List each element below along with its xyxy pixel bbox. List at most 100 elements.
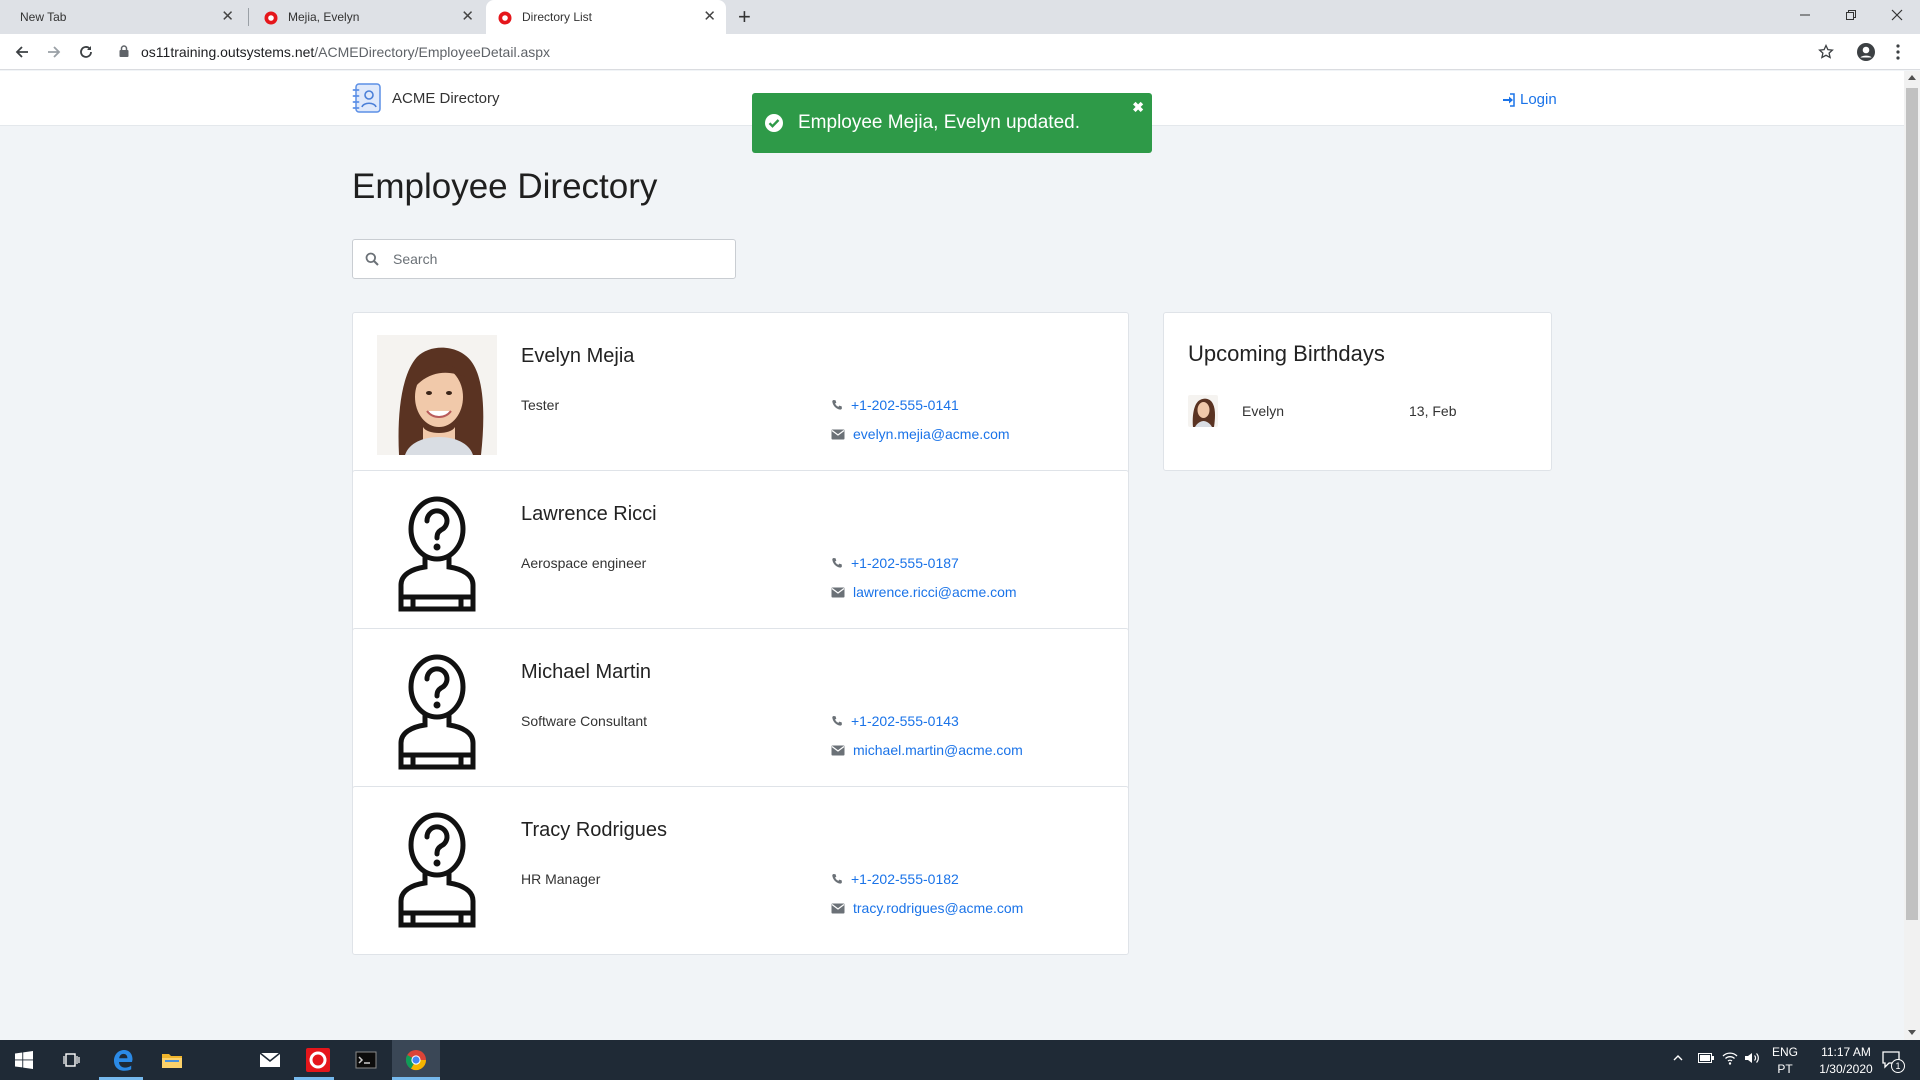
outsystems-favicon-icon: [264, 11, 278, 25]
tab-separator: [248, 8, 249, 26]
email-link[interactable]: michael.martin@acme.com: [831, 742, 1023, 758]
employee-card[interactable]: Evelyn Mejia Tester +1-202-555-0141 evel…: [352, 312, 1129, 481]
phone-link[interactable]: +1-202-555-0182: [831, 871, 959, 887]
tab-title: Directory List: [522, 10, 593, 24]
taskbar-terminal[interactable]: [342, 1040, 390, 1080]
email-link[interactable]: tracy.rodrigues@acme.com: [831, 900, 1023, 916]
phone-icon: [832, 874, 842, 884]
employee-card[interactable]: Tracy Rodrigues HR Manager +1-202-555-01…: [352, 786, 1129, 955]
email-link[interactable]: lawrence.ricci@acme.com: [831, 584, 1017, 600]
scrollbar-thumb[interactable]: [1906, 88, 1918, 920]
tab-close-button[interactable]: ✕: [703, 9, 716, 24]
task-view-button[interactable]: [48, 1040, 96, 1080]
more-vertical-icon: [1896, 44, 1900, 60]
employee-name[interactable]: Michael Martin: [521, 661, 651, 684]
close-window-button[interactable]: [1874, 0, 1920, 30]
taskbar-file-explorer[interactable]: [148, 1040, 196, 1080]
employee-card[interactable]: Lawrence Ricci Aerospace engineer +1-202…: [352, 470, 1129, 639]
phone-number: +1-202-555-0182: [851, 871, 959, 887]
toast-message: Employee Mejia, Evelyn updated.: [798, 112, 1080, 133]
email-address: evelyn.mejia@acme.com: [853, 426, 1010, 442]
birthday-name[interactable]: Evelyn: [1242, 403, 1284, 419]
employee-name[interactable]: Lawrence Ricci: [521, 503, 657, 526]
search-input[interactable]: Search: [352, 239, 736, 279]
brand-name: ACME Directory: [392, 89, 500, 107]
search-icon: [365, 252, 379, 266]
tab-close-button[interactable]: ✕: [221, 9, 234, 24]
account-circle-icon: [1857, 43, 1875, 61]
back-button[interactable]: [8, 38, 36, 66]
phone-link[interactable]: +1-202-555-0187: [831, 555, 959, 571]
star-icon: [1818, 44, 1834, 59]
tab-close-button[interactable]: ✕: [461, 9, 474, 24]
tray-overflow-chevron-icon[interactable]: [1672, 1052, 1684, 1064]
battery-icon[interactable]: [1698, 1053, 1714, 1063]
phone-number: +1-202-555-0143: [851, 713, 959, 729]
email-address: michael.martin@acme.com: [853, 742, 1023, 758]
toast-close-button[interactable]: ✖: [1132, 99, 1144, 116]
unknown-person-icon: [377, 809, 497, 929]
employee-name[interactable]: Tracy Rodrigues: [521, 819, 667, 842]
tab-mejia-evelyn[interactable]: Mejia, Evelyn ✕: [252, 0, 484, 34]
birthday-avatar: [1188, 395, 1218, 427]
clock-date: 1/30/2020: [1819, 1062, 1873, 1076]
envelope-icon: [831, 745, 845, 755]
restore-button[interactable]: [1828, 0, 1874, 30]
chrome-icon: [405, 1050, 427, 1071]
taskbar-outsystems[interactable]: [294, 1040, 342, 1080]
taskbar-chrome[interactable]: [392, 1040, 440, 1080]
arrow-left-icon: [15, 46, 28, 58]
employee-name[interactable]: Evelyn Mejia: [521, 345, 634, 368]
phone-link[interactable]: +1-202-555-0141: [831, 397, 959, 413]
folder-icon: [162, 1054, 182, 1068]
lock-icon: [119, 45, 129, 57]
success-toast: Employee Mejia, Evelyn updated. ✖: [752, 93, 1152, 153]
phone-icon: [832, 400, 842, 410]
email-link[interactable]: evelyn.mejia@acme.com: [831, 426, 1010, 442]
phone-number: +1-202-555-0187: [851, 555, 959, 571]
taskbar-mail[interactable]: [246, 1040, 294, 1080]
employee-card[interactable]: Michael Martin Software Consultant +1-20…: [352, 628, 1129, 797]
login-link[interactable]: Login: [1502, 91, 1557, 108]
start-button[interactable]: [0, 1040, 48, 1080]
sign-in-icon: [1503, 92, 1515, 107]
scroll-up-arrow-icon[interactable]: [1907, 74, 1917, 82]
close-icon: [1891, 9, 1903, 21]
tab-new-tab[interactable]: New Tab ✕: [8, 0, 244, 34]
scroll-down-arrow-icon[interactable]: [1907, 1028, 1917, 1036]
wifi-icon[interactable]: [1722, 1051, 1738, 1065]
phone-link[interactable]: +1-202-555-0143: [831, 713, 959, 729]
envelope-icon: [831, 903, 845, 913]
phone-icon: [832, 716, 842, 726]
address-bar[interactable]: os11training.outsystems.net/ACMEDirector…: [141, 40, 550, 64]
employee-role: HR Manager: [521, 871, 601, 887]
mail-icon: [259, 1052, 281, 1067]
tab-directory-list[interactable]: Directory List ✕: [486, 0, 726, 34]
keyboard-layout: PT: [1777, 1062, 1793, 1076]
address-book-logo-icon: [352, 83, 381, 113]
brand-link[interactable]: ACME Directory: [352, 82, 500, 114]
tab-title: New Tab: [20, 10, 67, 24]
clock[interactable]: 11:17 AM 1/30/2020: [1806, 1044, 1886, 1078]
forward-button[interactable]: [40, 38, 68, 66]
page-title: Employee Directory: [352, 167, 658, 206]
outsystems-favicon-icon: [498, 11, 512, 25]
language-code: ENG: [1771, 1045, 1798, 1059]
birthdays-title: Upcoming Birthdays: [1188, 341, 1385, 366]
url-host: os11training.outsystems.net: [141, 44, 315, 60]
taskbar-edge[interactable]: [99, 1040, 147, 1080]
reload-button[interactable]: [72, 38, 100, 66]
volume-icon[interactable]: [1744, 1051, 1760, 1065]
page-viewport: ACME Directory Login Employee Mejia, Eve…: [0, 71, 1904, 1040]
employee-role: Software Consultant: [521, 713, 648, 729]
new-tab-button[interactable]: +: [738, 4, 751, 30]
browser-menu-button[interactable]: [1884, 38, 1912, 66]
notification-count-badge: 1: [1891, 1059, 1905, 1073]
email-address: tracy.rodrigues@acme.com: [853, 900, 1024, 916]
profile-button[interactable]: [1852, 38, 1880, 66]
bookmark-button[interactable]: [1812, 38, 1840, 66]
terminal-icon: [355, 1051, 377, 1069]
input-language-indicator[interactable]: ENG PT: [1766, 1044, 1804, 1078]
minimize-button[interactable]: [1782, 0, 1828, 30]
task-view-icon: [63, 1053, 80, 1067]
